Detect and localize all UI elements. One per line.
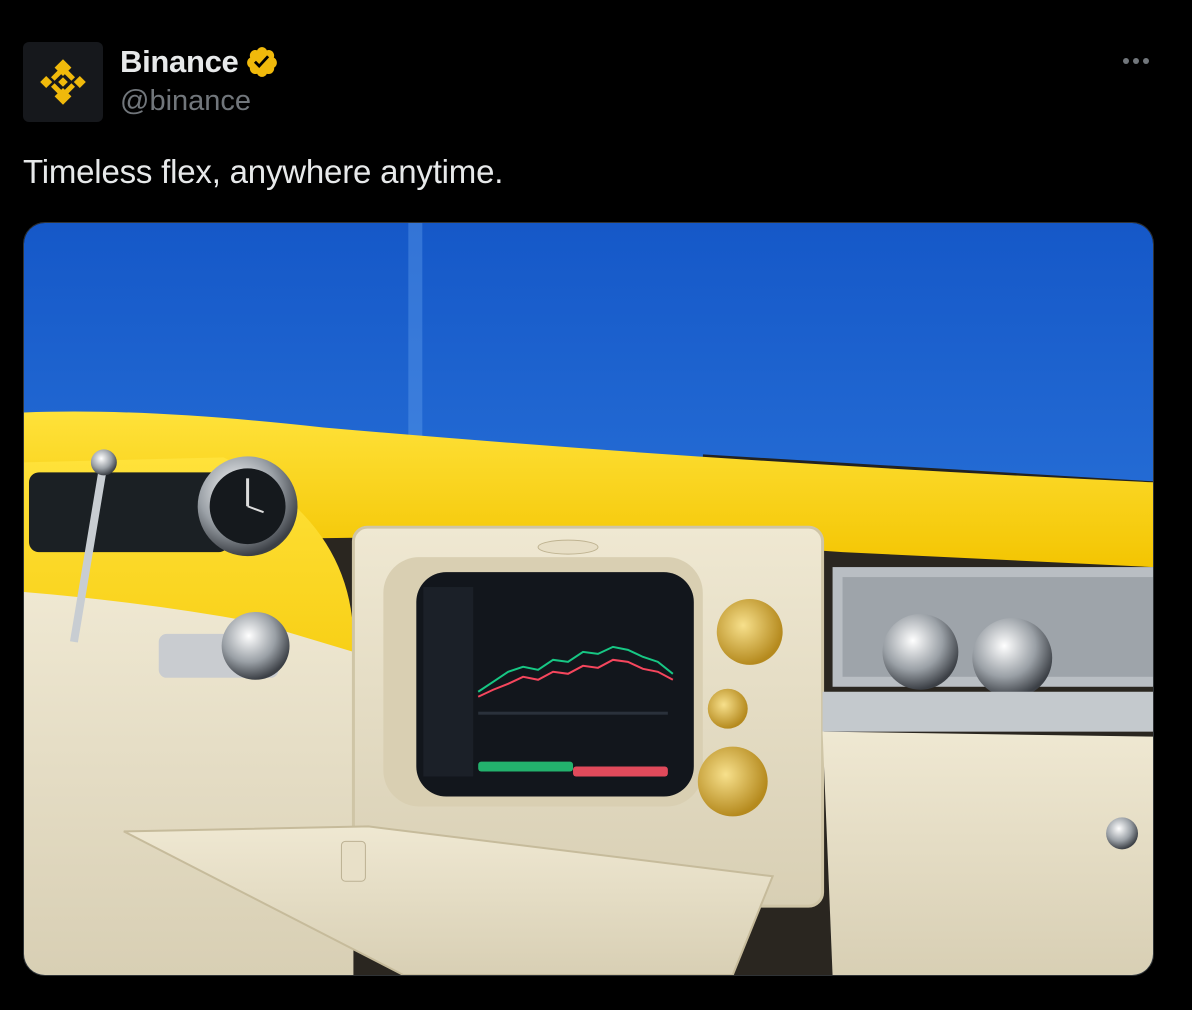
tweet: Binance @binance Timeless flex, anywhere… (0, 0, 1192, 1010)
avatar[interactable] (23, 42, 103, 122)
author-name-row[interactable]: Binance (120, 44, 279, 80)
more-dot (1143, 58, 1149, 64)
more-dot (1123, 58, 1129, 64)
car-dashboard-image (24, 223, 1153, 975)
verified-badge-icon[interactable] (245, 45, 279, 79)
author-handle[interactable]: @binance (120, 85, 251, 118)
display-name[interactable]: Binance (120, 44, 239, 80)
tweet-text: Timeless flex, anywhere anytime. (23, 153, 504, 190)
binance-logo-icon (40, 59, 86, 105)
tweet-media-photo[interactable] (23, 222, 1154, 976)
more-dot (1133, 58, 1139, 64)
more-options-button[interactable] (1116, 46, 1156, 76)
